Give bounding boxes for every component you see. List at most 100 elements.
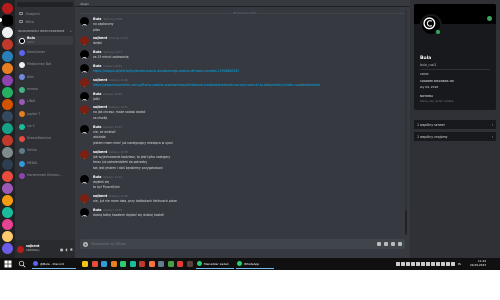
pinned-app-icon[interactable]: [186, 261, 193, 267]
message-composer[interactable]: + Wiadomość do @Bula: [80, 239, 405, 249]
tray-icon[interactable]: [431, 262, 435, 266]
message-link[interactable]: https://www.leroymerlin.com.pl/fiszny-ro…: [93, 83, 320, 87]
tray-icon[interactable]: [401, 262, 405, 266]
server-icon[interactable]: [2, 195, 13, 206]
server-icon[interactable]: [2, 207, 13, 218]
dm-item[interactable]: Selina: [17, 147, 73, 156]
message-author[interactable]: Bula: [93, 92, 101, 96]
pinned-app-icon[interactable]: [110, 261, 117, 267]
avatar[interactable]: [80, 149, 89, 159]
server-icon[interactable]: [2, 75, 13, 86]
message-author[interactable]: Bula: [93, 125, 101, 129]
taskbar-whatsapp[interactable]: WhatsApp: [236, 259, 274, 269]
dm-item[interactable]: DreamMachine: [17, 134, 73, 143]
server-icon[interactable]: [2, 99, 13, 110]
avatar[interactable]: [80, 105, 89, 115]
tray-icon[interactable]: [441, 262, 445, 266]
server-icon[interactable]: [2, 231, 13, 242]
server-icon[interactable]: [2, 51, 13, 62]
dm-item[interactable]: Bula CDM2: [17, 36, 73, 45]
pinned-app-icon[interactable]: [148, 261, 155, 267]
note-input[interactable]: Kliknij, aby dodać notatkę: [420, 100, 454, 103]
message-link[interactable]: https://allegro.pl/oferta/fryzjerska-rod…: [93, 69, 239, 73]
avatar[interactable]: [80, 124, 89, 134]
headphones-icon[interactable]: ◖: [66, 247, 68, 252]
server-icon[interactable]: [2, 27, 13, 38]
message-author[interactable]: Bula: [93, 17, 101, 21]
tray-icon[interactable]: [406, 262, 410, 266]
sticker-icon[interactable]: [391, 242, 395, 246]
server-icon[interactable]: [2, 171, 13, 182]
tray-icon[interactable]: [411, 262, 415, 266]
server-icon[interactable]: [2, 135, 13, 146]
server-icon[interactable]: [2, 15, 13, 26]
dm-item[interactable]: Jupiter T: [17, 110, 73, 119]
avatar[interactable]: [80, 17, 89, 26]
friends-nav-item[interactable]: Znajomi: [17, 10, 73, 17]
dm-item[interactable]: LINIA: [17, 98, 73, 107]
message-input-placeholder[interactable]: Wiadomość do @Bula: [91, 242, 126, 246]
find-conversation-input[interactable]: [17, 2, 73, 7]
dm-item[interactable]: mireko: [17, 85, 73, 94]
tray-icon[interactable]: [426, 262, 430, 266]
dm-item[interactable]: ZeroGamer: [17, 48, 73, 57]
scrollbar-thumb[interactable]: [405, 210, 407, 235]
pinned-app-icon[interactable]: [177, 261, 183, 267]
pinned-app-icon[interactable]: [101, 261, 107, 267]
server-icon[interactable]: [2, 111, 13, 122]
gift-icon[interactable]: [377, 242, 381, 246]
language-indicator[interactable]: PL: [458, 262, 461, 266]
avatar[interactable]: [80, 91, 89, 101]
plus-icon[interactable]: +: [70, 29, 72, 33]
avatar[interactable]: [80, 174, 89, 184]
taskbar-clock[interactable]: 11:44 29.09.2023: [470, 259, 486, 267]
gif-icon[interactable]: [384, 242, 388, 246]
tray-icon[interactable]: [396, 262, 400, 266]
dm-item[interactable]: MEDIA: [17, 159, 73, 168]
dm-item[interactable]: MidJourney Bot: [17, 61, 73, 70]
server-icon[interactable]: [2, 243, 13, 254]
avatar[interactable]: [80, 194, 89, 204]
attach-plus-icon[interactable]: +: [83, 241, 88, 247]
server-icon[interactable]: [2, 147, 13, 158]
message-author[interactable]: sojbent: [93, 150, 107, 154]
dm-item[interactable]: Lie C: [17, 122, 73, 131]
message-author[interactable]: sojbent: [93, 194, 107, 198]
search-icon[interactable]: [18, 260, 26, 268]
message-author[interactable]: sojbent: [93, 105, 107, 109]
message-author[interactable]: Bula: [93, 64, 101, 68]
server-icon[interactable]: [2, 219, 13, 230]
windows-start-icon[interactable]: [4, 260, 12, 268]
server-icon[interactable]: [2, 183, 13, 194]
mic-icon[interactable]: ●: [60, 247, 64, 252]
pinned-app-icon[interactable]: [158, 261, 164, 267]
server-icon[interactable]: [2, 123, 13, 134]
taskbar-task-manager[interactable]: Menedżer zadań: [196, 259, 234, 269]
message-author[interactable]: sojbent: [93, 78, 107, 82]
pinned-app-icon[interactable]: [167, 261, 174, 267]
gear-icon[interactable]: ✱: [70, 247, 73, 252]
server-icon[interactable]: [2, 63, 13, 74]
emoji-icon[interactable]: [398, 242, 402, 246]
message-author[interactable]: Bula: [93, 175, 101, 179]
pinned-app-icon[interactable]: [139, 261, 145, 267]
taskbar-discord[interactable]: @Bula - Discord: [32, 259, 76, 269]
pinned-app-icon[interactable]: [120, 261, 126, 267]
avatar[interactable]: [80, 50, 89, 60]
dm-item[interactable]: Harlemmed Unimon...: [17, 171, 73, 180]
pinned-app-icon[interactable]: [82, 261, 88, 267]
tray-icon[interactable]: [416, 262, 420, 266]
mutual-servers-row[interactable]: 1 wspólny serwer ›: [414, 120, 496, 129]
avatar[interactable]: [80, 64, 89, 73]
dm-item[interactable]: Alex: [17, 73, 73, 82]
server-icon[interactable]: [2, 39, 13, 50]
pinned-app-icon[interactable]: [91, 261, 98, 267]
avatar[interactable]: [80, 77, 89, 87]
message-author[interactable]: Bula: [93, 50, 101, 54]
avatar[interactable]: [80, 208, 89, 217]
tray-icon[interactable]: [421, 262, 425, 266]
mutual-friends-row[interactable]: 1 wspólny znajomy ›: [414, 132, 496, 141]
message-author[interactable]: sojbent: [93, 36, 107, 40]
server-icon[interactable]: [2, 159, 13, 170]
tray-icon[interactable]: [446, 262, 450, 266]
